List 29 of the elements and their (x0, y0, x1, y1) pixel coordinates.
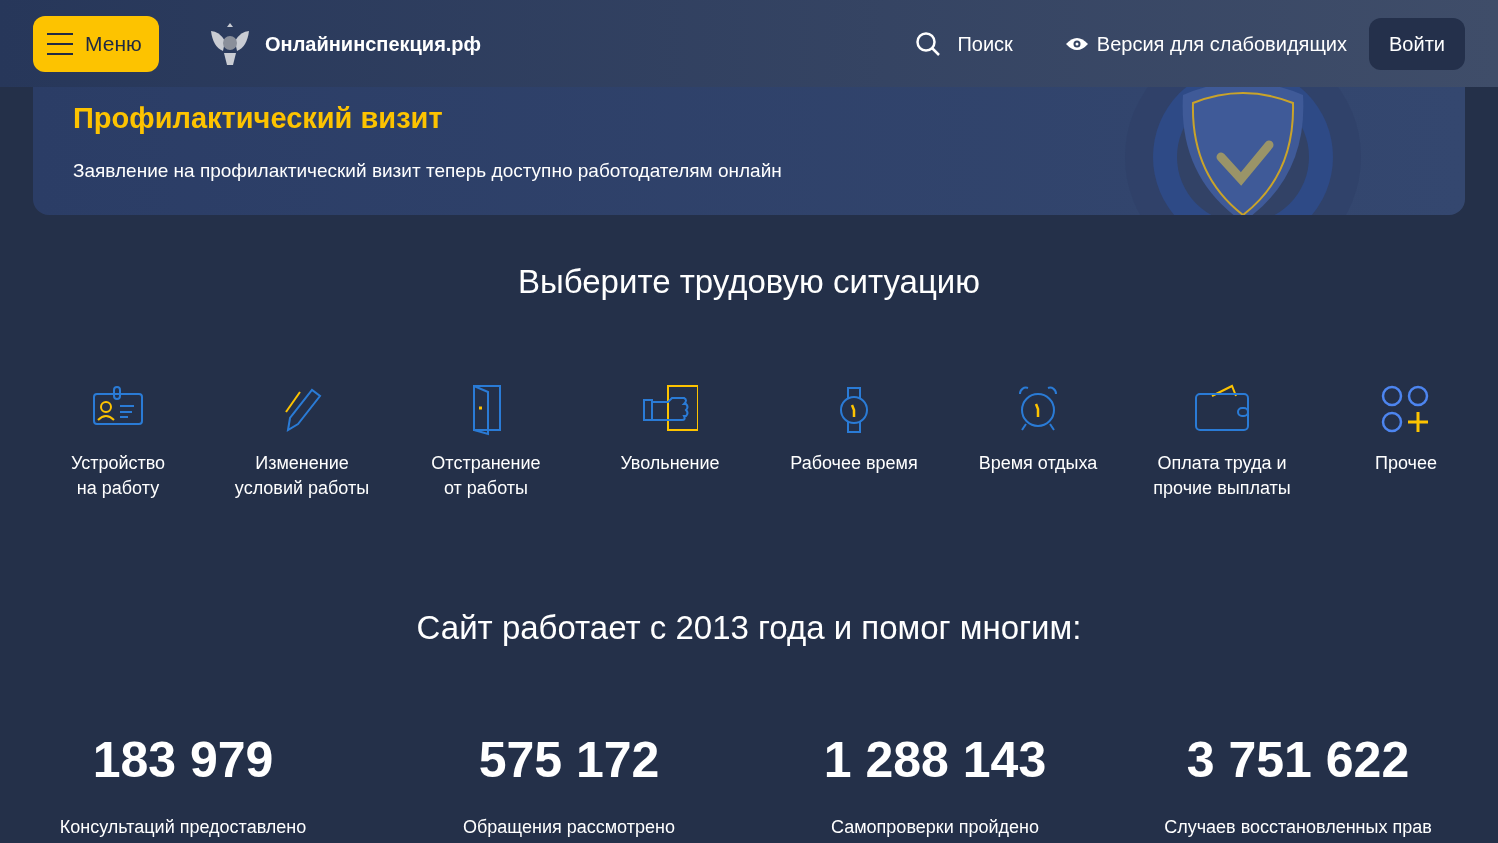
situation-link[interactable]: Изменение условий работы (234, 450, 370, 501)
situation-link[interactable]: Прочее (1375, 450, 1437, 476)
situation-link[interactable]: Отстранение от работы (431, 450, 541, 501)
accessibility-link[interactable]: Версия для слабовидящих (1064, 28, 1348, 59)
site-name[interactable]: Онлайнинспекция.рф (265, 28, 482, 59)
stat-label: Случаев восстановленных прав (1164, 816, 1432, 839)
stat-number: 1 288 143 (823, 732, 1047, 788)
login-button[interactable]: Войти (1369, 17, 1465, 70)
eye-icon (1064, 35, 1089, 52)
search-button[interactable]: Поиск (915, 28, 1013, 59)
stat-number: 183 979 (92, 732, 274, 788)
promo-banner[interactable]: Профилактический визит Заявление на профилактический визит теперь доступно работодателям онлайн (33, 87, 1465, 215)
banner-title: Профилактический визит (73, 101, 444, 136)
search-icon (915, 30, 942, 57)
banner-text: Заявление на профилактический визит теперь доступно работодателям онлайн (73, 158, 783, 183)
menu-button[interactable]: Меню (33, 15, 159, 72)
situation-link[interactable]: Увольнение (620, 450, 720, 476)
menu-icon (47, 32, 73, 55)
stat-label: Обращения рассмотрено (463, 816, 675, 839)
stat-number: 575 172 (478, 732, 660, 788)
stat-label: Самопроверки пройдено (831, 816, 1039, 839)
stat-label: Консультаций предоставлено (59, 816, 307, 839)
situation-link[interactable]: Рабочее время (790, 450, 918, 476)
section-heading: Выберите трудовую ситуацию (517, 262, 981, 302)
situation-link[interactable]: Устройство на работу (70, 450, 166, 501)
section-heading: Сайт работает с 2013 года и помог многим: (415, 607, 1083, 648)
stat-number: 3 751 622 (1186, 732, 1410, 788)
situation-link[interactable]: Время отдыха (978, 450, 1098, 476)
situation-link[interactable]: Оплата труда и прочие выплаты (1153, 450, 1291, 501)
